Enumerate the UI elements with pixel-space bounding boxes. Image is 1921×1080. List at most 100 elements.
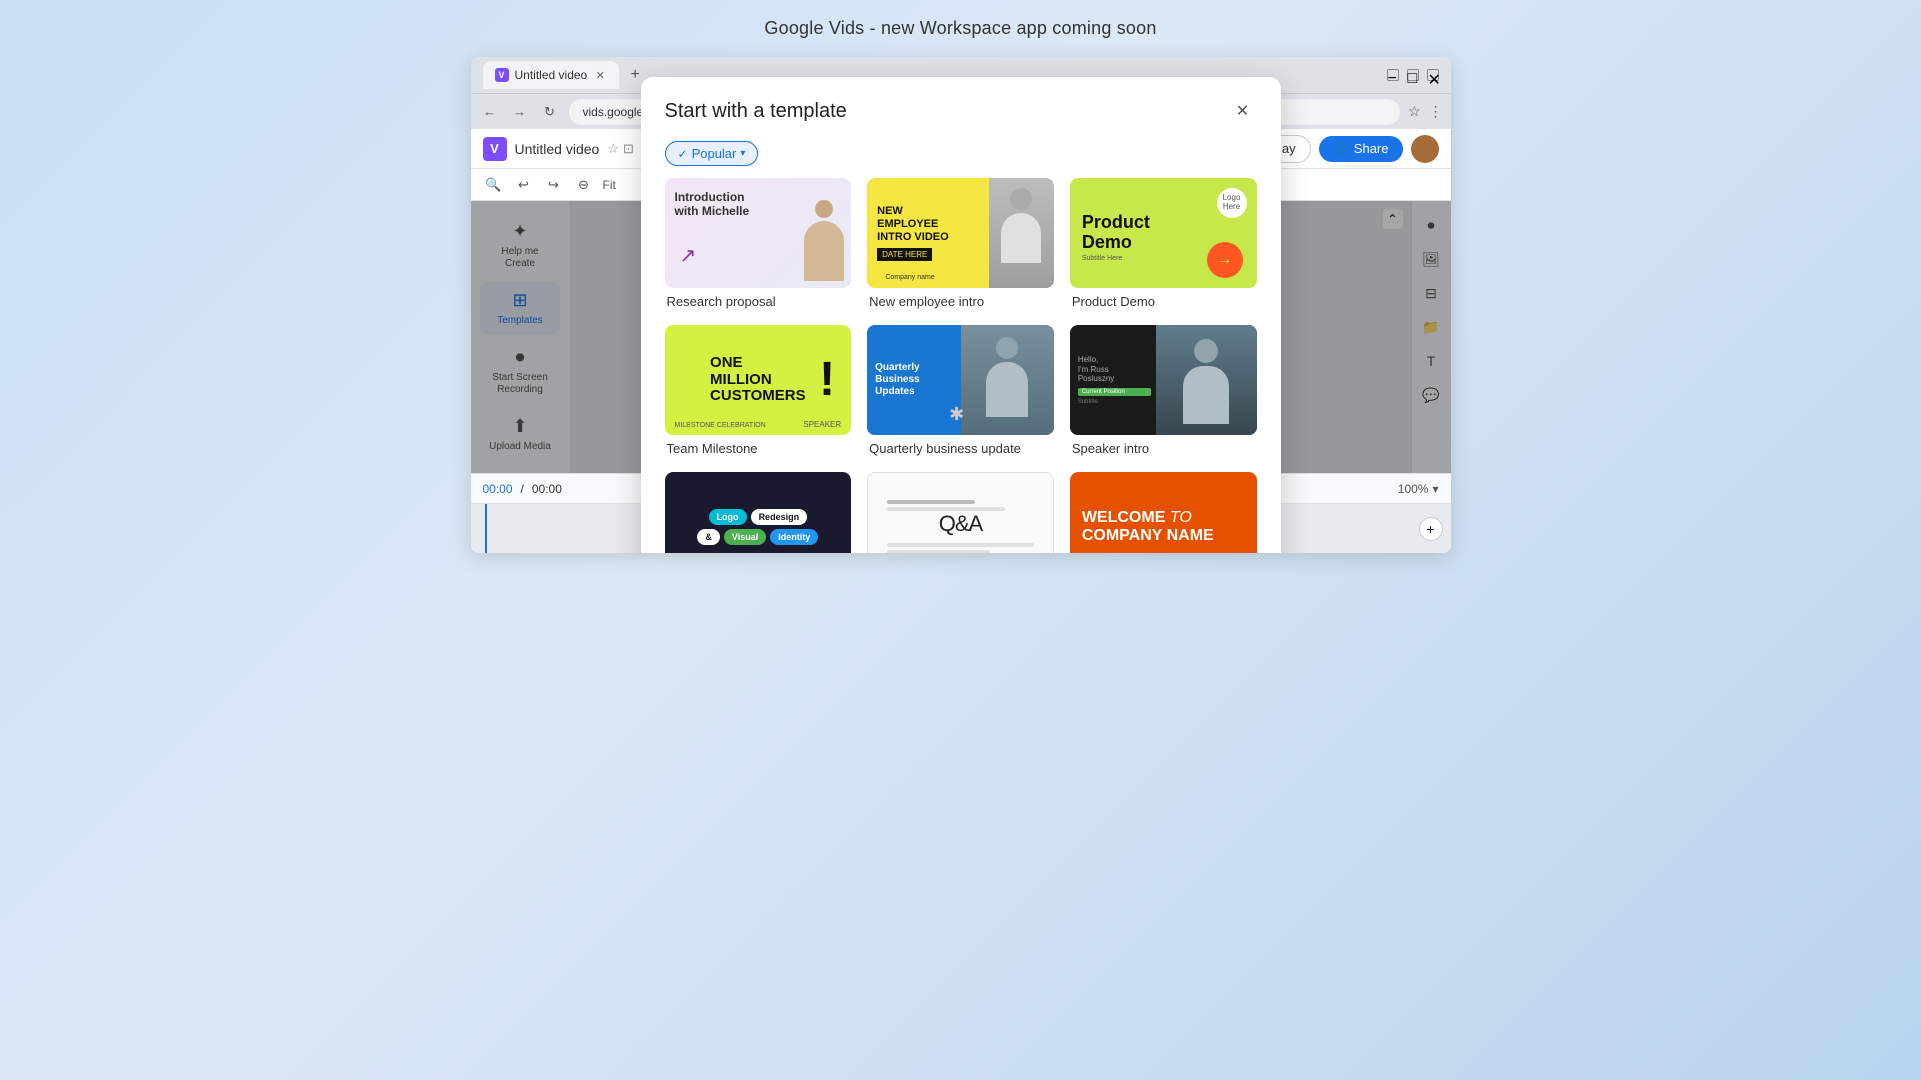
speaker-hello: Hello,I'm RussPosluszny — [1078, 355, 1152, 384]
template-name-milestone: Team Milestone — [665, 441, 852, 456]
editor-main: ✦ Help me Create ⊞ Templates ⏺ Start Scr… — [471, 201, 1451, 473]
modal-title: Start with a template — [665, 100, 847, 123]
qa-text: Q&A — [939, 511, 982, 537]
refresh-button[interactable]: ↻ — [539, 101, 561, 123]
browser-tab[interactable]: V Untitled video ✕ — [483, 61, 620, 89]
template-card-milestone[interactable]: ONEMILLIONCUSTOMERS ! MILESTONE CELEBRAT… — [665, 325, 852, 456]
undo-button[interactable]: ↩ — [513, 174, 535, 196]
intro-heading: Introductionwith Michelle — [675, 190, 750, 219]
tab-title: Untitled video — [515, 68, 588, 82]
back-button[interactable]: ← — [479, 101, 501, 123]
user-avatar[interactable] — [1411, 135, 1439, 163]
welcome-heading: WELCOME ToCOMPANY NAME — [1082, 509, 1214, 544]
folder-icon[interactable]: ⊡ — [623, 141, 634, 157]
window-close-button[interactable]: ✕ — [1427, 69, 1439, 81]
star-icon[interactable]: ☆ — [607, 141, 619, 157]
logo-tags: Logo Redesign — [709, 509, 808, 525]
product-arrow: → — [1207, 242, 1243, 278]
milestone-heading: ONEMILLIONCUSTOMERS — [710, 355, 806, 405]
template-card-intro[interactable]: Introductionwith Michelle ↗ Res — [665, 178, 852, 309]
logo-tag-visual: Visual — [724, 529, 766, 545]
minimize-button[interactable]: − — [1387, 69, 1399, 81]
employee-heading: NEWEMPLOYEEINTRO VIDEO — [877, 205, 949, 245]
logo-tag-redesign: Redesign — [751, 509, 808, 525]
zoom-dropdown-icon[interactable]: ▾ — [1432, 482, 1438, 496]
share-button[interactable]: 👤 Share — [1319, 136, 1403, 162]
product-subtitle: Subtitle Here — [1082, 255, 1122, 262]
logo-tag-identity: Identity — [770, 529, 818, 545]
time-separator: / — [521, 482, 524, 496]
template-card-employee[interactable]: NEWEMPLOYEEINTRO VIDEO DATE HERE ★ Compa… — [867, 178, 1054, 309]
timeline-playhead — [485, 504, 487, 553]
template-thumb-quarterly: January 15, 2024 QuarterlyBusinessUpdate… — [867, 325, 1054, 435]
product-heading: ProductDemo — [1082, 213, 1150, 253]
bookmark-button[interactable]: ☆ — [1408, 103, 1421, 120]
maximize-button[interactable]: □ — [1407, 69, 1419, 81]
arrow-icon: ↗ — [680, 243, 697, 268]
browser-more-button[interactable]: ⋮ — [1429, 103, 1443, 120]
speaker-right-panel — [1156, 325, 1257, 435]
modal-header: Start with a template ✕ — [641, 77, 1281, 137]
employee-person — [989, 178, 1054, 288]
template-modal: Start with a template ✕ ✓ Popular ▾ — [641, 77, 1281, 553]
template-card-quarterly[interactable]: January 15, 2024 QuarterlyBusinessUpdate… — [867, 325, 1054, 456]
template-name-product: Product Demo — [1070, 294, 1257, 309]
search-tool-button[interactable]: 🔍 — [483, 174, 505, 196]
employee-company: ★ Company name — [875, 273, 935, 282]
title-icons: ☆ ⊡ — [607, 141, 634, 157]
app-title: Untitled video — [515, 141, 600, 157]
quarterly-heading: QuarterlyBusinessUpdates — [875, 362, 919, 398]
forward-button[interactable]: → — [509, 101, 531, 123]
template-grid-container: Introductionwith Michelle ↗ Res — [641, 178, 1281, 553]
template-thumb-product: ProductDemo LogoHere Subtitle Here → — [1070, 178, 1257, 288]
star-icon: ★ — [875, 273, 882, 282]
modal-close-button[interactable]: ✕ — [1229, 97, 1257, 125]
template-name-speaker: Speaker intro — [1070, 441, 1257, 456]
qa-footer-lines — [887, 543, 1035, 554]
popular-filter-chip[interactable]: ✓ Popular ▾ — [665, 141, 759, 166]
logo-tag-logo: Logo — [709, 509, 747, 525]
asterisk-icon: ✱ — [949, 404, 964, 425]
chevron-down-icon: ▾ — [740, 148, 745, 159]
zoom-control: 100% ▾ — [1398, 482, 1439, 496]
app-area: V Untitled video ☆ ⊡ File Edit View Inse… — [471, 129, 1451, 553]
logo-tags-2: & Visual Identity — [697, 529, 818, 545]
logo-tag-amp: & — [697, 529, 720, 545]
template-thumb-employee: NEWEMPLOYEEINTRO VIDEO DATE HERE ★ Compa… — [867, 178, 1054, 288]
template-card-speaker[interactable]: Hello,I'm RussPosluszny Current Position… — [1070, 325, 1257, 456]
speaker-badge: Current Position — [1078, 388, 1152, 396]
add-scene-button[interactable]: + — [1419, 517, 1443, 541]
total-time: 00:00 — [532, 482, 562, 496]
tab-favicon: V — [495, 68, 509, 82]
qa-header-lines — [887, 500, 1035, 511]
template-thumb-logo: Logo Redesign & Visual Identity — [665, 472, 852, 553]
template-card-product[interactable]: ProductDemo LogoHere Subtitle Here → Pro… — [1070, 178, 1257, 309]
template-thumb-welcome: WELCOME ToCOMPANY NAME Subtitle or logo … — [1070, 472, 1257, 553]
template-card-welcome[interactable]: WELCOME ToCOMPANY NAME Subtitle or logo … — [1070, 472, 1257, 553]
app-logo: V — [483, 137, 507, 161]
tab-close-button[interactable]: ✕ — [593, 68, 607, 82]
modal-overlay: Start with a template ✕ ✓ Popular ▾ — [471, 201, 1451, 473]
employee-date: DATE HERE — [877, 248, 932, 261]
page-title: Google Vids - new Workspace app coming s… — [764, 18, 1156, 39]
product-logo: LogoHere — [1217, 188, 1247, 218]
speaker-subtitle: Subtitle — [1078, 399, 1152, 405]
redo-button[interactable]: ↪ — [543, 174, 565, 196]
exclamation-icon: ! — [819, 356, 835, 404]
template-name-intro: Research proposal — [665, 294, 852, 309]
speaker-left-panel: Hello,I'm RussPosluszny Current Position… — [1070, 325, 1160, 435]
filter-label: Popular — [692, 146, 737, 161]
zoom-level: 100% — [1398, 482, 1429, 496]
fit-label: Fit — [603, 178, 616, 192]
quarterly-person — [961, 325, 1054, 435]
template-thumb-qa: Q&A — [867, 472, 1054, 553]
template-card-logo[interactable]: Logo Redesign & Visual Identity — [665, 472, 852, 553]
template-name-employee: New employee intro — [867, 294, 1054, 309]
template-thumb-speaker: Hello,I'm RussPosluszny Current Position… — [1070, 325, 1257, 435]
current-time: 00:00 — [483, 482, 513, 496]
zoom-out-button[interactable]: ⊖ — [573, 174, 595, 196]
template-card-qa[interactable]: Q&A Q&A — [867, 472, 1054, 553]
template-thumb-intro: Introductionwith Michelle ↗ — [665, 178, 852, 288]
share-icon: 👤 — [1333, 141, 1349, 157]
template-grid: Introductionwith Michelle ↗ Res — [665, 178, 1257, 553]
